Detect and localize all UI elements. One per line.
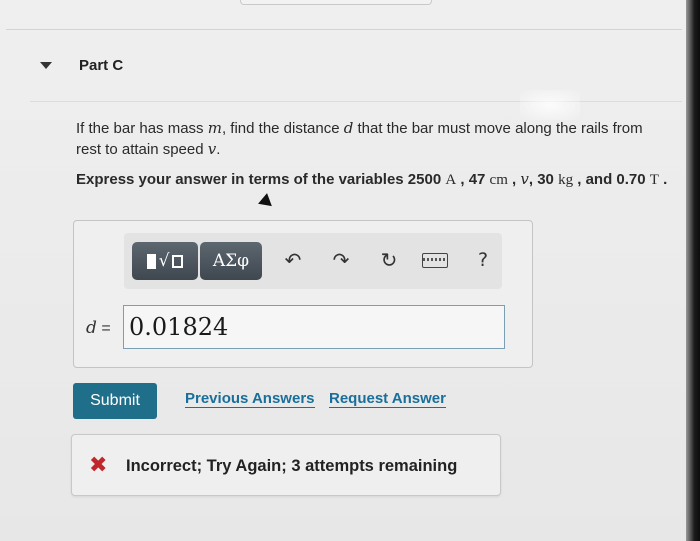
keyboard-button[interactable]: [420, 245, 450, 275]
instruction-text: Express your answer in terms of the vari…: [76, 170, 668, 188]
submit-button[interactable]: Submit: [73, 383, 157, 419]
templates-button[interactable]: √: [132, 242, 198, 280]
top-panel-edge: [240, 0, 432, 5]
math-toolbar: √ ΑΣφ ↶ ↷ ↻ ?: [124, 233, 502, 289]
mouse-cursor-icon: [258, 191, 274, 207]
question-text: If the bar has mass m, find the distance…: [76, 119, 643, 158]
page: Part C If the bar has mass m, find the d…: [0, 0, 686, 541]
symbols-button[interactable]: ΑΣφ: [200, 242, 262, 280]
block-icon: [146, 253, 156, 269]
part-title[interactable]: Part C: [79, 57, 123, 74]
variable-v: v: [207, 140, 217, 158]
answer-variable-label: d =: [86, 318, 111, 338]
undo-icon[interactable]: ↶: [278, 245, 308, 275]
keyboard-icon: [422, 252, 448, 268]
divider: [30, 101, 682, 102]
monitor-bezel: [686, 0, 700, 541]
variable-m: m: [207, 119, 222, 137]
feedback-box: ✖ Incorrect; Try Again; 3 attempts remai…: [71, 434, 501, 496]
help-icon[interactable]: ?: [468, 245, 498, 275]
request-answer-link[interactable]: Request Answer: [329, 390, 446, 408]
previous-answers-link[interactable]: Previous Answers: [185, 390, 315, 408]
fraction-icon: [172, 254, 184, 268]
answer-input[interactable]: 0.01824: [123, 305, 505, 349]
sqrt-icon: √: [158, 251, 170, 271]
variable-d: d: [343, 119, 354, 137]
redo-icon[interactable]: ↷: [326, 245, 356, 275]
reset-icon[interactable]: ↻: [374, 245, 404, 275]
answer-box: √ ΑΣφ ↶ ↷ ↻ ? d = 0.01824: [73, 220, 533, 368]
divider: [6, 29, 682, 30]
collapse-caret-icon[interactable]: [40, 62, 52, 69]
error-icon: ✖: [89, 453, 108, 478]
screen-glare: [520, 90, 580, 120]
feedback-message: Incorrect; Try Again; 3 attempts remaini…: [126, 457, 458, 475]
